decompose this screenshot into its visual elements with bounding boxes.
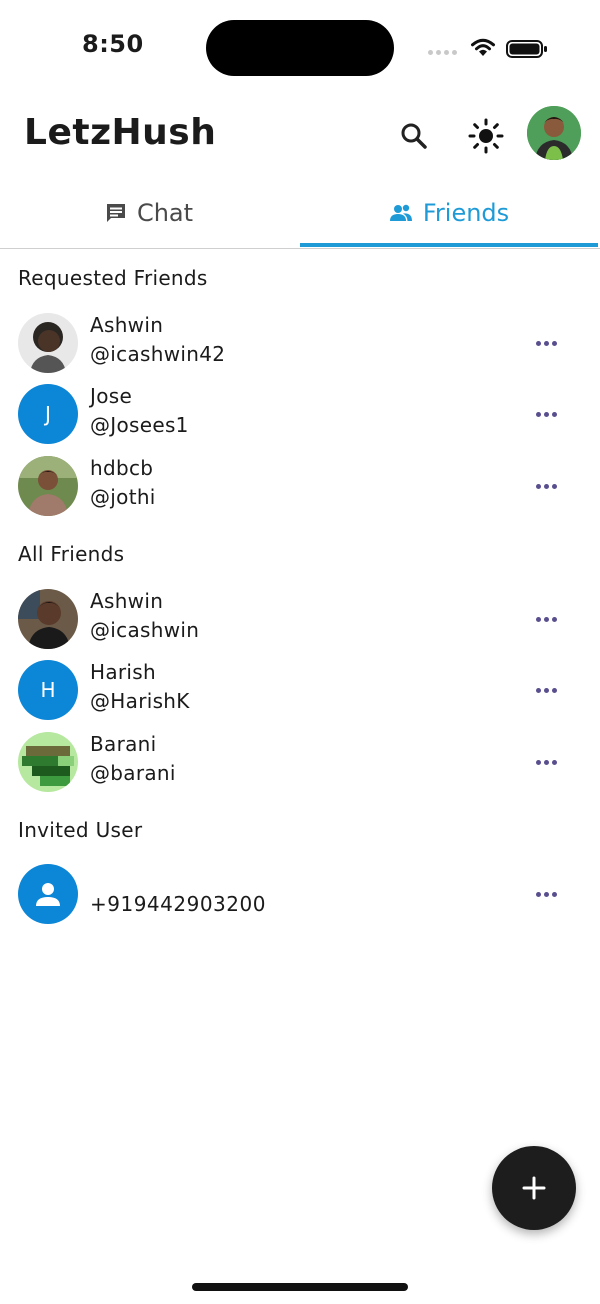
list-item[interactable]: Ashwin @icashwin	[0, 587, 600, 651]
tab-chat[interactable]: Chat	[0, 180, 298, 246]
section-title-invited: Invited User	[18, 818, 143, 842]
status-time: 8:50	[82, 30, 144, 58]
avatar	[18, 589, 78, 649]
friend-name: Barani	[90, 732, 157, 756]
friend-handle: @icashwin	[90, 618, 200, 642]
friend-name: Ashwin	[90, 313, 164, 337]
friend-name: hdbcb	[90, 456, 154, 480]
friend-handle: @barani	[90, 761, 176, 785]
list-item[interactable]: Ashwin @icashwin42	[0, 311, 600, 375]
more-options-button[interactable]	[528, 327, 564, 359]
friend-name: Jose	[90, 384, 133, 408]
section-title-requested: Requested Friends	[18, 266, 208, 290]
profile-photo	[527, 106, 581, 160]
avatar: H	[18, 660, 78, 720]
plus-icon	[522, 1176, 546, 1200]
more-options-button[interactable]	[528, 398, 564, 430]
status-bar: 8:50	[0, 0, 600, 96]
tab-friends-label: Friends	[422, 199, 510, 227]
avatar	[18, 864, 78, 924]
more-options-button[interactable]	[528, 470, 564, 502]
list-item[interactable]: hdbcb @jothi	[0, 454, 600, 518]
battery-icon	[506, 40, 547, 58]
tab-chat-label: Chat	[136, 199, 194, 227]
signal-icon	[428, 50, 457, 55]
friends-icon	[389, 204, 412, 221]
sun-icon	[468, 118, 504, 154]
chat-icon	[106, 204, 125, 222]
friend-name: Ashwin	[90, 589, 164, 613]
friend-name: Harish	[90, 660, 156, 684]
person-icon	[36, 883, 60, 906]
friend-handle: @Josees1	[90, 413, 189, 437]
dynamic-island	[206, 20, 394, 76]
more-options-button[interactable]	[528, 878, 564, 910]
section-title-all-friends: All Friends	[18, 542, 125, 566]
friend-handle: @HarishK	[90, 689, 190, 713]
friend-handle: @icashwin42	[90, 342, 226, 366]
list-item[interactable]: H Harish @HarishK	[0, 658, 600, 722]
tab-bar: Chat Friends	[0, 180, 600, 249]
invited-phone: +919442903200	[90, 892, 266, 916]
search-icon	[401, 123, 427, 149]
app-bar: LetzHush	[0, 96, 600, 176]
tab-indicator	[300, 243, 598, 247]
profile-avatar[interactable]	[527, 106, 581, 160]
app-title: LetzHush	[24, 112, 217, 153]
tab-friends[interactable]: Friends	[300, 180, 598, 246]
more-options-button[interactable]	[528, 746, 564, 778]
avatar: J	[18, 384, 78, 444]
search-button[interactable]	[394, 116, 434, 156]
more-options-button[interactable]	[528, 674, 564, 706]
wifi-icon	[471, 38, 495, 56]
avatar	[18, 732, 78, 792]
theme-toggle-button[interactable]	[464, 114, 508, 158]
avatar	[18, 313, 78, 373]
add-button[interactable]	[492, 1146, 576, 1230]
home-indicator[interactable]	[192, 1283, 408, 1291]
list-item[interactable]: Barani @barani	[0, 730, 600, 794]
avatar	[18, 456, 78, 516]
more-options-button[interactable]	[528, 603, 564, 635]
list-item[interactable]: J Jose @Josees1	[0, 382, 600, 446]
friend-handle: @jothi	[90, 485, 156, 509]
list-item[interactable]: +919442903200	[0, 862, 600, 926]
